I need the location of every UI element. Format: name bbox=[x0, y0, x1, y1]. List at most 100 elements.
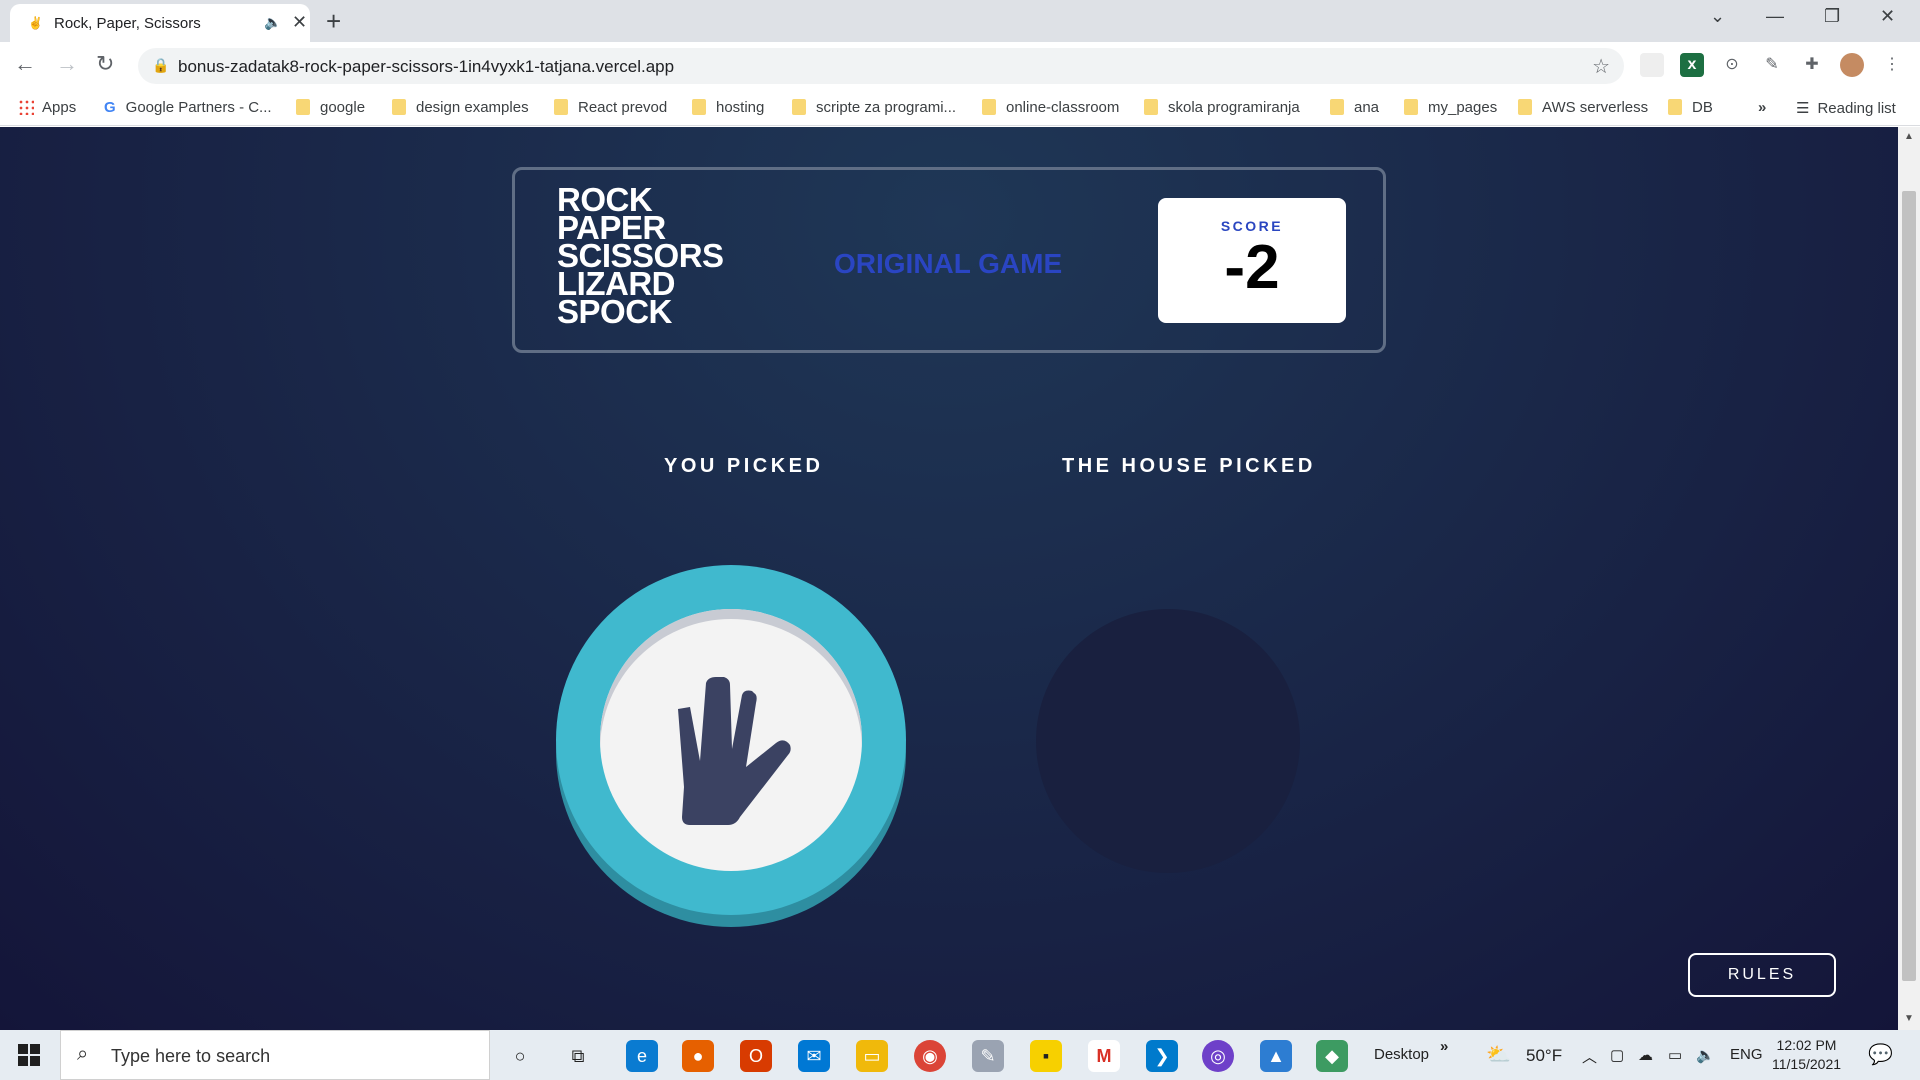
battery-icon[interactable]: ▭ bbox=[1668, 1046, 1682, 1064]
rules-button[interactable]: RULES bbox=[1688, 953, 1836, 997]
office-icon[interactable]: O bbox=[740, 1040, 772, 1072]
gmail-icon[interactable]: M bbox=[1088, 1040, 1120, 1072]
bookmark-folder[interactable]: skola programiranja bbox=[1144, 99, 1300, 116]
folder-icon bbox=[1668, 99, 1682, 115]
windows-start-icon[interactable] bbox=[18, 1044, 40, 1066]
game-logo: ROCK PAPER SCISSORS LIZARD SPOCK bbox=[557, 183, 724, 328]
extension-excel-icon[interactable]: x bbox=[1680, 53, 1704, 77]
extensions-puzzle-icon[interactable]: ✚ bbox=[1800, 53, 1824, 77]
bookmark-folder[interactable]: DB bbox=[1668, 99, 1713, 116]
tab-favicon-icon: ✌ bbox=[28, 16, 43, 30]
bookmark-apps[interactable]: Apps bbox=[18, 99, 76, 116]
bookmark-folder[interactable]: React prevod bbox=[554, 99, 667, 116]
bookmark-folder[interactable]: google bbox=[296, 99, 365, 116]
back-arrow-icon[interactable]: ← bbox=[14, 51, 36, 77]
bookmark-folder[interactable]: design examples bbox=[392, 99, 529, 116]
profile-avatar[interactable] bbox=[1840, 53, 1864, 77]
bookmark-label: google bbox=[320, 99, 366, 116]
new-tab-button[interactable]: + bbox=[326, 6, 341, 37]
bookmark-label: skola programiranja bbox=[1168, 99, 1300, 116]
reading-list-label: Reading list bbox=[1817, 100, 1896, 117]
bookmark-star-icon[interactable]: ☆ bbox=[1592, 54, 1610, 79]
tab-rock-paper-scissors[interactable]: ✌ Rock, Paper, Scissors 🔈 ✕ bbox=[10, 4, 310, 42]
forward-arrow-icon[interactable]: → bbox=[56, 51, 78, 77]
edge-icon[interactable]: e bbox=[626, 1040, 658, 1072]
folder-icon bbox=[296, 99, 310, 115]
bookmark-label: DB bbox=[1692, 99, 1713, 116]
taskbar-search-input[interactable]: ⌕ Type here to search bbox=[60, 1030, 490, 1080]
close-window-button[interactable]: ✕ bbox=[1880, 6, 1895, 27]
language-indicator[interactable]: ENG bbox=[1730, 1046, 1763, 1063]
bookmark-label: Google Partners - C... bbox=[125, 99, 272, 116]
scrollbar-thumb[interactable] bbox=[1902, 191, 1916, 981]
scroll-up-icon[interactable]: ▲ bbox=[1904, 131, 1914, 142]
bookmark-folder[interactable]: AWS serverless bbox=[1518, 99, 1648, 116]
clock[interactable]: 12:02 PM 11/15/2021 bbox=[1772, 1036, 1841, 1074]
reading-list-button[interactable]: ☰ Reading list bbox=[1796, 99, 1896, 117]
extension-eyedropper-icon[interactable]: ✎ bbox=[1760, 53, 1784, 77]
git-icon[interactable]: ◆ bbox=[1316, 1040, 1348, 1072]
weather-temp[interactable]: 50°F bbox=[1526, 1046, 1562, 1066]
folder-icon bbox=[982, 99, 996, 115]
player-choice-spock bbox=[556, 565, 906, 931]
bookmark-label: AWS serverless bbox=[1542, 99, 1649, 116]
paint-icon[interactable]: ✎ bbox=[972, 1040, 1004, 1072]
minimize-window-button[interactable]: — bbox=[1766, 6, 1784, 27]
tab-close-icon[interactable]: ✕ bbox=[292, 12, 307, 33]
meet-now-icon[interactable]: ▢ bbox=[1610, 1046, 1624, 1064]
more-bookmarks-button[interactable]: » bbox=[1758, 99, 1766, 116]
page-scrollbar[interactable]: ▲ ▼ bbox=[1898, 127, 1920, 1030]
bookmark-folder[interactable]: ana bbox=[1330, 99, 1379, 116]
search-icon: ⌕ bbox=[77, 1043, 89, 1065]
folder-icon bbox=[1330, 99, 1344, 115]
sticky-notes-icon[interactable]: ▪ bbox=[1030, 1040, 1062, 1072]
bookmark-label: hosting bbox=[716, 99, 765, 116]
google-icon: G bbox=[104, 99, 116, 116]
weather-icon[interactable]: ⛅ bbox=[1486, 1042, 1511, 1067]
extension-blank-icon[interactable] bbox=[1640, 53, 1664, 77]
folder-icon bbox=[1518, 99, 1532, 115]
taskbar: ⌕ Type here to search ○ ⧉ e ● O ✉ ▭ ◉ ✎ … bbox=[0, 1030, 1920, 1080]
address-bar[interactable]: 🔒 bonus-zadatak8-rock-paper-scissors-1in… bbox=[138, 48, 1624, 84]
browser-menu-icon[interactable]: ⋮ bbox=[1880, 53, 1904, 77]
github-desktop-icon[interactable]: ◎ bbox=[1202, 1040, 1234, 1072]
browser-toolbar: ← → ↻ 🔒 bonus-zadatak8-rock-paper-scisso… bbox=[0, 42, 1920, 90]
desktop-toolbar-chevron[interactable]: » bbox=[1440, 1038, 1448, 1055]
volume-icon[interactable]: 🔈 bbox=[1696, 1046, 1715, 1064]
chrome-icon[interactable]: ◉ bbox=[914, 1040, 946, 1072]
game-mode-link[interactable]: ORIGINAL GAME bbox=[834, 248, 1062, 280]
task-view-icon[interactable]: ⧉ bbox=[562, 1040, 594, 1072]
reload-icon[interactable]: ↻ bbox=[96, 51, 114, 77]
bookmark-label: ana bbox=[1354, 99, 1380, 116]
bookmark-folder[interactable]: hosting bbox=[692, 99, 764, 116]
url-text[interactable]: bonus-zadatak8-rock-paper-scissors-1in4v… bbox=[178, 57, 674, 77]
tab-audio-icon[interactable]: 🔈 bbox=[264, 14, 281, 31]
tray-chevron-up-icon[interactable]: ︿ bbox=[1582, 1046, 1597, 1067]
mail-icon[interactable]: ✉ bbox=[798, 1040, 830, 1072]
photos-icon[interactable]: ▲ bbox=[1260, 1040, 1292, 1072]
bookmark-folder[interactable]: online-classroom bbox=[982, 99, 1119, 116]
lock-icon[interactable]: 🔒 bbox=[152, 57, 169, 74]
score-label: SCORE bbox=[1220, 218, 1284, 234]
vscode-icon[interactable]: ❯ bbox=[1146, 1040, 1178, 1072]
desktop-toolbar-label[interactable]: Desktop bbox=[1374, 1046, 1429, 1063]
file-explorer-icon[interactable]: ▭ bbox=[856, 1040, 888, 1072]
onedrive-icon[interactable]: ☁ bbox=[1638, 1046, 1653, 1064]
house-choice-placeholder bbox=[1036, 609, 1300, 873]
bookmark-label: my_pages bbox=[1428, 99, 1498, 116]
restore-window-button[interactable]: ❐ bbox=[1824, 6, 1840, 27]
cortana-icon[interactable]: ○ bbox=[504, 1040, 536, 1072]
notifications-icon[interactable]: 💬 bbox=[1868, 1042, 1893, 1067]
you-picked-label: YOU PICKED bbox=[664, 455, 824, 477]
bookmark-google-partners[interactable]: G Google Partners - C... bbox=[104, 99, 272, 116]
tab-search-chevron-icon[interactable]: ⌄ bbox=[1710, 6, 1725, 27]
folder-icon bbox=[692, 99, 706, 115]
bookmark-folder[interactable]: scripte za programi... bbox=[792, 99, 956, 116]
score-value: -2 bbox=[1224, 233, 1280, 302]
bookmark-label: Apps bbox=[42, 99, 77, 116]
spock-hand-icon bbox=[678, 677, 791, 825]
extension-code-icon[interactable]: ⊙ bbox=[1720, 53, 1744, 77]
bookmark-folder[interactable]: my_pages bbox=[1404, 99, 1497, 116]
scroll-down-icon[interactable]: ▼ bbox=[1904, 1013, 1914, 1024]
firefox-icon[interactable]: ● bbox=[682, 1040, 714, 1072]
